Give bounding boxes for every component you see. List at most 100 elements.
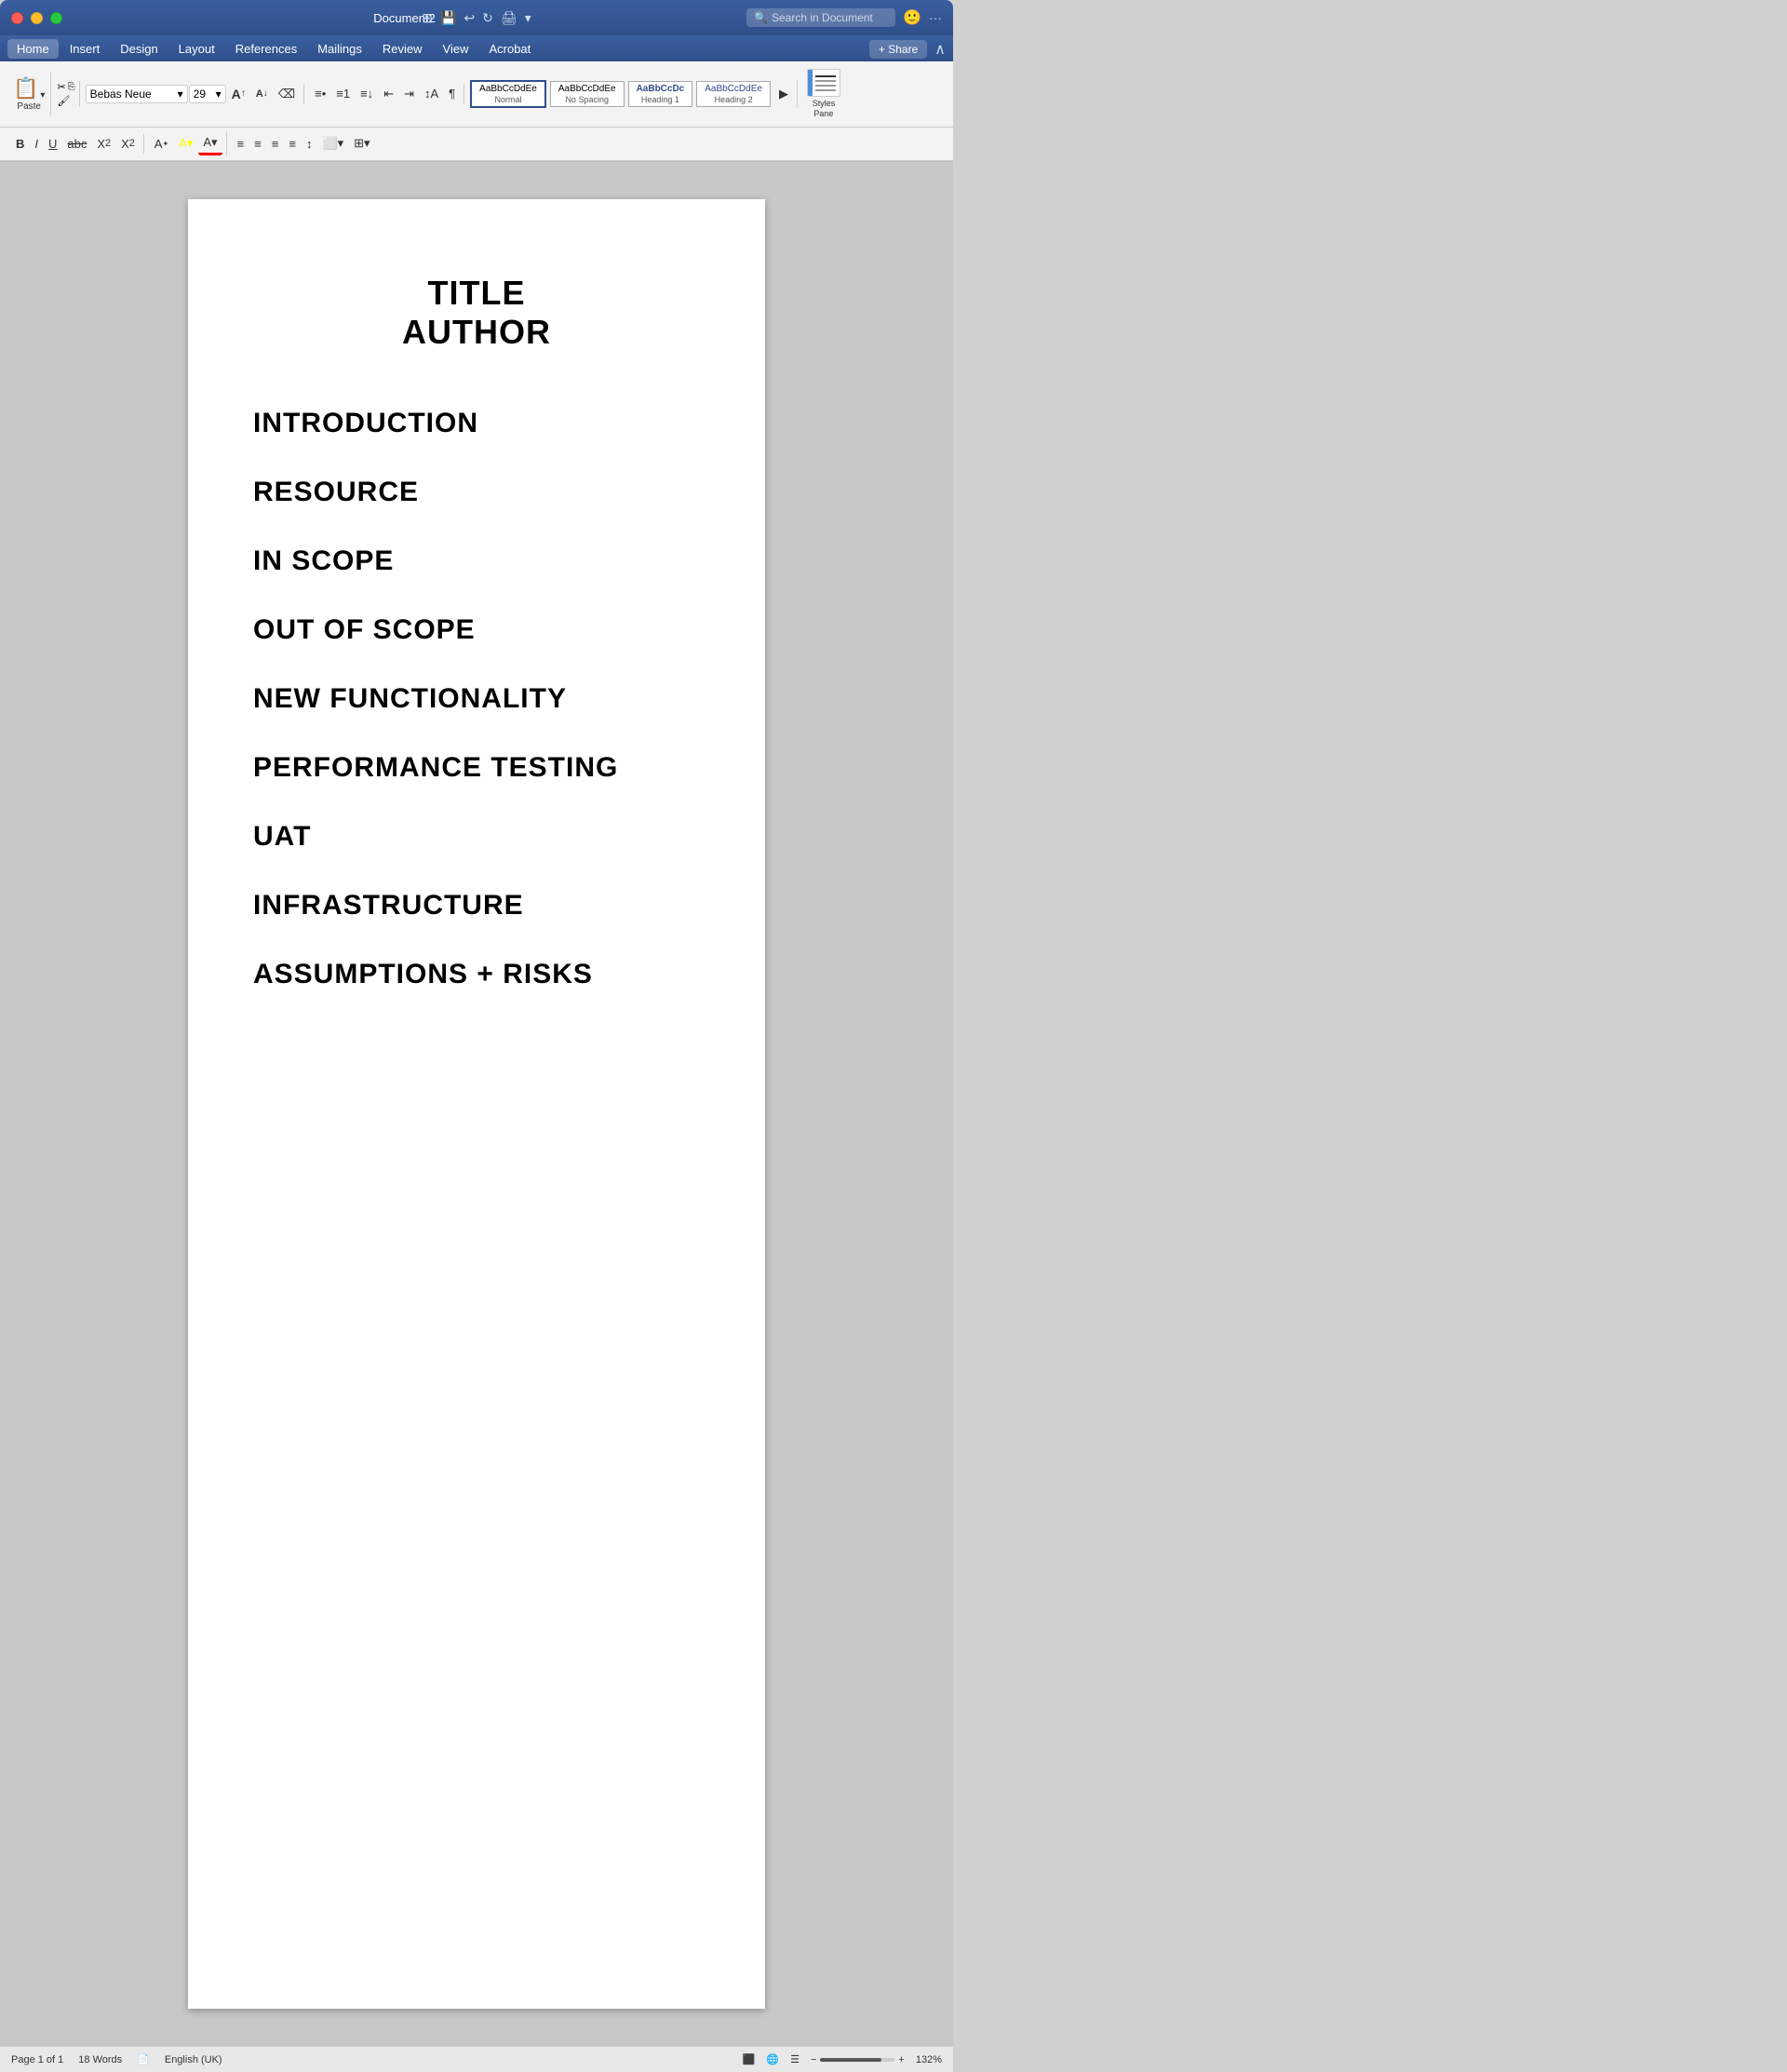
align-center-btn[interactable]: ≡ (249, 134, 266, 154)
menu-insert[interactable]: Insert (60, 39, 110, 59)
font-size: 29 (194, 87, 206, 101)
collapse-icon[interactable]: ∧ (934, 40, 946, 59)
bold-btn[interactable]: B (11, 134, 29, 154)
menu-mailings[interactable]: Mailings (308, 39, 371, 59)
title-block: TITLE AUTHOR (253, 274, 700, 352)
style-no-spacing[interactable]: AaBbCcDdEe No Spacing (550, 81, 625, 107)
print-icon[interactable]: 🖨 (501, 10, 517, 26)
superscript-btn[interactable]: X2 (116, 134, 140, 154)
styles-pane-label: StylesPane (813, 99, 836, 119)
menu-review[interactable]: Review (373, 39, 432, 59)
multilevel-btn[interactable]: ≡↓ (356, 84, 378, 103)
format-group: B I U abc X2 X2 (7, 134, 144, 154)
outline-icon[interactable]: ☰ (790, 2053, 799, 2065)
increase-indent-btn[interactable]: ⇥ (399, 84, 419, 104)
highlight-btn[interactable]: A▾ (174, 133, 197, 154)
align-right-btn[interactable]: ≡ (267, 134, 284, 154)
search-placeholder: Search in Document (772, 11, 873, 24)
heading-resource: RESOURCE (253, 477, 700, 508)
style-normal[interactable]: AaBbCcDdEe Normal (470, 80, 546, 108)
font-dropdown-icon: ▾ (178, 87, 183, 101)
cut-icon[interactable]: ✂ (57, 81, 65, 93)
menu-design[interactable]: Design (111, 39, 167, 59)
ellipsis-icon[interactable]: ··· (929, 10, 942, 25)
borders-btn[interactable]: ⊞▾ (349, 133, 374, 154)
menu-bar: Home Insert Design Layout References Mai… (0, 35, 953, 61)
doc-title: TITLE (253, 274, 700, 313)
underline-btn[interactable]: U (44, 134, 61, 154)
save-icon[interactable]: 💾 (440, 10, 456, 26)
size-dropdown-icon: ▾ (216, 87, 222, 101)
ribbon: 📋 ▾ Paste ✂ ⎘ 🖌 Bebas Neue ▾ (0, 61, 953, 162)
zoom-slider[interactable] (820, 2058, 894, 2062)
subscript-btn[interactable]: X2 (92, 134, 115, 154)
search-icon: 🔍 (754, 11, 768, 24)
font-selector[interactable]: Bebas Neue ▾ (86, 85, 188, 103)
justify-btn[interactable]: ≡ (284, 134, 301, 154)
search-bar[interactable]: 🔍 Search in Document (746, 8, 895, 27)
styles-more-btn[interactable]: ▶ (774, 84, 793, 104)
minimize-button[interactable] (31, 12, 43, 24)
clear-format-btn[interactable]: ⌫ (274, 84, 300, 104)
web-layout-icon[interactable]: 🌐 (766, 2053, 779, 2065)
text-effect-btn[interactable]: A✦ (150, 134, 173, 154)
styles-pane-icon-preview (807, 69, 840, 97)
paste-dropdown-icon[interactable]: ▾ (40, 90, 45, 101)
style-heading1[interactable]: AaBbCcDc Heading 1 (628, 81, 693, 107)
menu-acrobat[interactable]: Acrobat (479, 39, 540, 59)
status-bar-right: ⬛ 🌐 ☰ − + 132% (743, 2053, 942, 2065)
menu-layout[interactable]: Layout (169, 39, 224, 59)
shading-btn[interactable]: ⬜▾ (317, 133, 348, 154)
style-normal-text: AaBbCcDdEe (479, 84, 537, 95)
heading-uat: UAT (253, 821, 700, 853)
strikethrough-btn[interactable]: abc (62, 134, 91, 154)
share-button[interactable]: + Share (869, 40, 927, 59)
paste-label: Paste (17, 101, 41, 112)
zoom-control: − + (811, 2054, 905, 2065)
status-bar: Page 1 of 1 18 Words 📄 English (UK) ⬛ 🌐 … (0, 2046, 953, 2072)
proofing-icon[interactable]: 📄 (137, 2053, 150, 2065)
paste-icon: 📋 (13, 76, 38, 101)
clipboard-group: 📋 ▾ Paste (7, 73, 51, 115)
zoom-in-btn[interactable]: + (898, 2054, 904, 2065)
customize-icon[interactable]: ▾ (525, 10, 531, 26)
heading-introduction: INTRODUCTION (253, 408, 700, 439)
show-marks-btn[interactable]: ¶ (444, 84, 460, 103)
heading-in-scope: IN SCOPE (253, 545, 700, 577)
menu-home[interactable]: Home (7, 39, 59, 59)
copy-icon[interactable]: ⎘ (68, 82, 75, 92)
font-size-selector[interactable]: 29 ▾ (189, 85, 226, 103)
align-left-btn[interactable]: ≡ (233, 134, 249, 154)
zoom-level[interactable]: 132% (916, 2054, 942, 2065)
numbering-btn[interactable]: ≡1 (331, 84, 355, 103)
style-heading1-text: AaBbCcDc (637, 84, 685, 95)
italic-btn[interactable]: I (30, 134, 43, 154)
toolbar-row1: 📋 ▾ Paste ✂ ⎘ 🖌 Bebas Neue ▾ (0, 61, 953, 128)
paragraph-group: ≡• ≡1 ≡↓ ⇤ ⇥ ↕A ¶ (306, 84, 464, 104)
document-page[interactable]: TITLE AUTHOR INTRODUCTION RESOURCE IN SC… (188, 199, 765, 2009)
redo-icon[interactable]: ↻ (482, 10, 493, 26)
bullets-btn[interactable]: ≡• (310, 84, 330, 103)
undo-icon[interactable]: ↩ (464, 10, 475, 26)
style-heading2-text: AaBbCcDdEe (705, 84, 762, 95)
align-group: ≡ ≡ ≡ ≡ ↕ ⬜▾ ⊞▾ (229, 133, 379, 154)
grid-icon[interactable]: ⊞ (422, 10, 433, 26)
layout-icon[interactable]: ⬛ (743, 2053, 756, 2065)
menu-view[interactable]: View (434, 39, 478, 59)
format-painter-icon[interactable]: 🖌 (57, 95, 70, 107)
line-spacing-btn[interactable]: ↕ (302, 134, 317, 154)
increase-font-btn[interactable]: A↑ (227, 84, 250, 104)
decrease-font-btn[interactable]: A↓ (251, 86, 273, 102)
maximize-button[interactable] (50, 12, 62, 24)
style-heading2[interactable]: AaBbCcDdEe Heading 2 (696, 81, 771, 107)
styles-pane-group[interactable]: StylesPane (799, 65, 848, 123)
zoom-out-btn[interactable]: − (811, 2054, 816, 2065)
close-button[interactable] (11, 12, 23, 24)
word-count: 18 Words (78, 2054, 122, 2065)
decrease-indent-btn[interactable]: ⇤ (379, 84, 398, 104)
emoji-icon[interactable]: 🙂 (903, 8, 921, 27)
style-heading2-label: Heading 2 (715, 95, 753, 104)
font-color-btn[interactable]: A▾ (198, 132, 222, 155)
menu-references[interactable]: References (226, 39, 306, 59)
sort-btn[interactable]: ↕A (420, 84, 443, 103)
